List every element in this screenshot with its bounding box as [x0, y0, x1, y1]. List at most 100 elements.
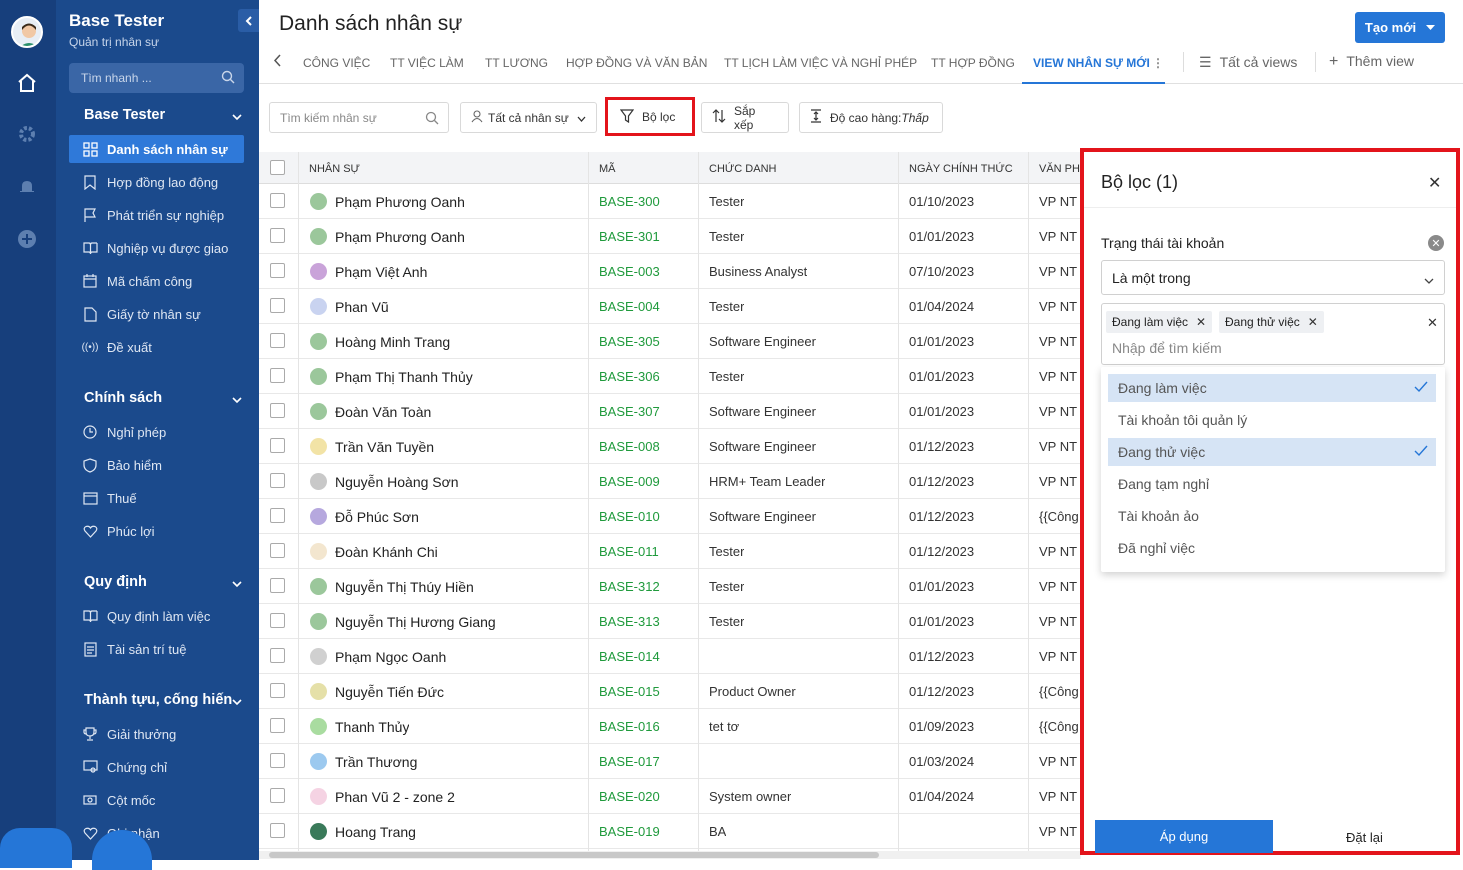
table-row[interactable]: Nguyễn Thị Hương Giang BASE-313 Tester 01/0…	[259, 604, 1081, 639]
employee-name[interactable]: Phan Vũ	[335, 299, 389, 315]
option-on-leave[interactable]: Đang tạm nghỉ	[1108, 470, 1436, 498]
tab-schedule-leave[interactable]: TT LỊCH LÀM VIỆC VÀ NGHỈ PHÉP	[724, 56, 917, 70]
sidebar-item-benefits[interactable]: Phúc lợi	[69, 517, 244, 545]
sidebar-item-tax[interactable]: Thuế	[69, 484, 244, 512]
tab-employment[interactable]: TT VIỆC LÀM	[390, 56, 464, 70]
sidebar-item-assigned-tasks[interactable]: Nghiệp vụ được giao	[69, 234, 244, 262]
tab-new-employee-view[interactable]: VIEW NHÂN SỰ MỚI	[1033, 56, 1150, 70]
employee-name[interactable]: Đoàn Văn Toàn	[335, 404, 431, 420]
row-checkbox[interactable]	[270, 298, 285, 313]
row-checkbox[interactable]	[270, 368, 285, 383]
more-vertical-icon[interactable]: ⋮	[1152, 56, 1164, 70]
chat-button[interactable]	[0, 828, 72, 868]
row-checkbox[interactable]	[270, 333, 285, 348]
table-row[interactable]: Đoàn Khánh Chi BASE-011 Tester 01/12/2023 VP…	[259, 534, 1081, 569]
table-row[interactable]: Nguyễn Hoàng Sơn BASE-009 HRM+ Team Leader…	[259, 464, 1081, 499]
all-staff-dropdown[interactable]: Tất cả nhân sự	[460, 102, 597, 133]
sidebar-item-ip[interactable]: Tài sản trí tuệ	[69, 635, 244, 663]
employee-name[interactable]: Phạm Phương Oanh	[335, 194, 465, 210]
table-row[interactable]: Hoàng Minh Trang BASE-305 Software Enginee…	[259, 324, 1081, 359]
remove-filter-icon[interactable]: ✕	[1428, 235, 1444, 251]
apply-button[interactable]: Áp dụng	[1095, 820, 1273, 853]
section-policy[interactable]: Chính sách	[84, 390, 242, 406]
employee-name[interactable]: Trần Văn Tuyền	[335, 439, 434, 455]
table-row[interactable]: Đỗ Phúc Sơn BASE-010 Software Engineer 01/1…	[259, 499, 1081, 534]
tab-work[interactable]: CÔNG VIỆC	[303, 56, 370, 70]
employee-name[interactable]: Thanh Thủy	[335, 719, 409, 735]
sidebar-item-recognition[interactable]: Ghi nhận	[69, 819, 244, 847]
section-regulations[interactable]: Quy định	[84, 574, 242, 590]
tabs-scroll-left-icon[interactable]	[273, 54, 281, 70]
col-start-date[interactable]: NGÀY CHÍNH THỨC	[909, 163, 1013, 175]
row-checkbox[interactable]	[270, 753, 285, 768]
add-view-button[interactable]: + Thêm view	[1329, 53, 1414, 71]
sidebar-item-leave[interactable]: Nghỉ phép	[69, 418, 244, 446]
clear-tags-icon[interactable]: ✕	[1427, 315, 1438, 331]
employee-search-input[interactable]: Tìm kiếm nhân sự	[269, 102, 449, 133]
row-checkbox[interactable]	[270, 228, 285, 243]
row-checkbox[interactable]	[270, 683, 285, 698]
sidebar-item-employee-list[interactable]: Danh sách nhân sự	[69, 135, 244, 163]
user-avatar[interactable]	[11, 16, 43, 48]
col-code[interactable]: MÃ	[599, 163, 616, 175]
sidebar-item-career[interactable]: Phát triển sự nghiệp	[69, 201, 244, 229]
sidebar-item-timekeeping-code[interactable]: Mã chấm công	[69, 267, 244, 295]
quick-search-input[interactable]: Tìm nhanh ...	[69, 63, 244, 93]
sidebar-item-insurance[interactable]: Bảo hiểm	[69, 451, 244, 479]
table-row[interactable]: Hoang Trang BASE-019 BA VP NT	[259, 814, 1081, 849]
employee-name[interactable]: Phạm Thị Thanh Thủy	[335, 369, 473, 385]
section-base-tester[interactable]: Base Tester	[84, 107, 242, 123]
table-row[interactable]: Thanh Thủy BASE-016 tet tơ 01/09/2023 {{Công	[259, 709, 1081, 744]
sidebar-item-proposals[interactable]: ((•)) Đề xuất	[69, 333, 244, 361]
status-multiselect[interactable]: Đang làm việc ✕ Đang thử việc ✕ ✕ Nhập để …	[1101, 303, 1445, 365]
row-checkbox[interactable]	[270, 543, 285, 558]
employee-name[interactable]: Phạm Việt Anh	[335, 264, 427, 280]
table-row[interactable]: Phan Vũ 2 - zone 2 BASE-020 System owner 01…	[259, 779, 1081, 814]
close-icon[interactable]: ✕	[1428, 173, 1441, 193]
row-checkbox[interactable]	[270, 438, 285, 453]
section-achievements[interactable]: Thành tựu, cống hiến	[84, 692, 242, 708]
select-all-checkbox[interactable]	[270, 160, 285, 175]
sidebar-item-documents[interactable]: Giấy tờ nhân sự	[69, 300, 244, 328]
row-checkbox[interactable]	[270, 403, 285, 418]
sidebar-item-milestones[interactable]: Cột mốc	[69, 786, 244, 814]
col-office[interactable]: VĂN PH	[1039, 163, 1080, 175]
row-checkbox[interactable]	[270, 263, 285, 278]
option-working[interactable]: Đang làm việc	[1108, 374, 1436, 402]
col-title[interactable]: CHỨC DANH	[709, 163, 776, 175]
employee-name[interactable]: Nguyễn Thị Thúy Hiền	[335, 579, 474, 595]
employee-name[interactable]: Nguyễn Tiến Đức	[335, 684, 444, 700]
row-checkbox[interactable]	[270, 613, 285, 628]
employee-name[interactable]: Phan Vũ 2 - zone 2	[335, 789, 455, 805]
table-row[interactable]: Phạm Thị Thanh Thủy BASE-306 Tester 01/01/2…	[259, 359, 1081, 394]
bell-icon[interactable]	[16, 176, 38, 198]
table-row[interactable]: Phạm Phương Oanh BASE-301 Tester 01/01/2023…	[259, 219, 1081, 254]
add-circle-icon[interactable]	[16, 228, 38, 250]
reset-button[interactable]: Đặt lại	[1346, 830, 1383, 845]
employee-name[interactable]: Nguyễn Thị Hương Giang	[335, 614, 496, 630]
row-checkbox[interactable]	[270, 823, 285, 838]
tab-contracts-docs[interactable]: HỢP ĐỒNG VÀ VĂN BẢN	[566, 56, 707, 70]
row-checkbox[interactable]	[270, 473, 285, 488]
sidebar-item-labor-contract[interactable]: Hợp đồng lao động	[69, 168, 244, 196]
option-probation[interactable]: Đang thử việc	[1108, 438, 1436, 466]
settings-icon[interactable]	[16, 123, 38, 145]
tag-search-input[interactable]: Nhập để tìm kiếm	[1112, 340, 1222, 356]
home-icon[interactable]	[16, 72, 38, 94]
row-height-button[interactable]: Độ cao hàng: Thấp	[799, 102, 943, 133]
table-row[interactable]: Phạm Ngọc Oanh BASE-014 01/12/2023 VP NT	[259, 639, 1081, 674]
row-checkbox[interactable]	[270, 718, 285, 733]
employee-name[interactable]: Đỗ Phúc Sơn	[335, 509, 419, 525]
row-checkbox[interactable]	[270, 508, 285, 523]
sidebar-item-work-rules[interactable]: Quy định làm việc	[69, 602, 244, 630]
tab-contract-info[interactable]: TT HỢP ĐỒNG	[931, 56, 1015, 70]
option-resigned[interactable]: Đã nghỉ việc	[1108, 534, 1436, 562]
all-views-button[interactable]: ☰ Tất cả views	[1199, 54, 1297, 71]
employee-name[interactable]: Phạm Ngọc Oanh	[335, 649, 446, 665]
table-row[interactable]: Nguyễn Tiến Đức BASE-015 Product Owner 01/1…	[259, 674, 1081, 709]
table-row[interactable]: Phạm Việt Anh BASE-003 Business Analyst 07/…	[259, 254, 1081, 289]
remove-tag-icon[interactable]: ✕	[1196, 315, 1206, 329]
employee-name[interactable]: Hoang Trang	[335, 824, 416, 840]
employee-name[interactable]: Phạm Phương Oanh	[335, 229, 465, 245]
employee-name[interactable]: Trần Thương	[335, 754, 417, 770]
